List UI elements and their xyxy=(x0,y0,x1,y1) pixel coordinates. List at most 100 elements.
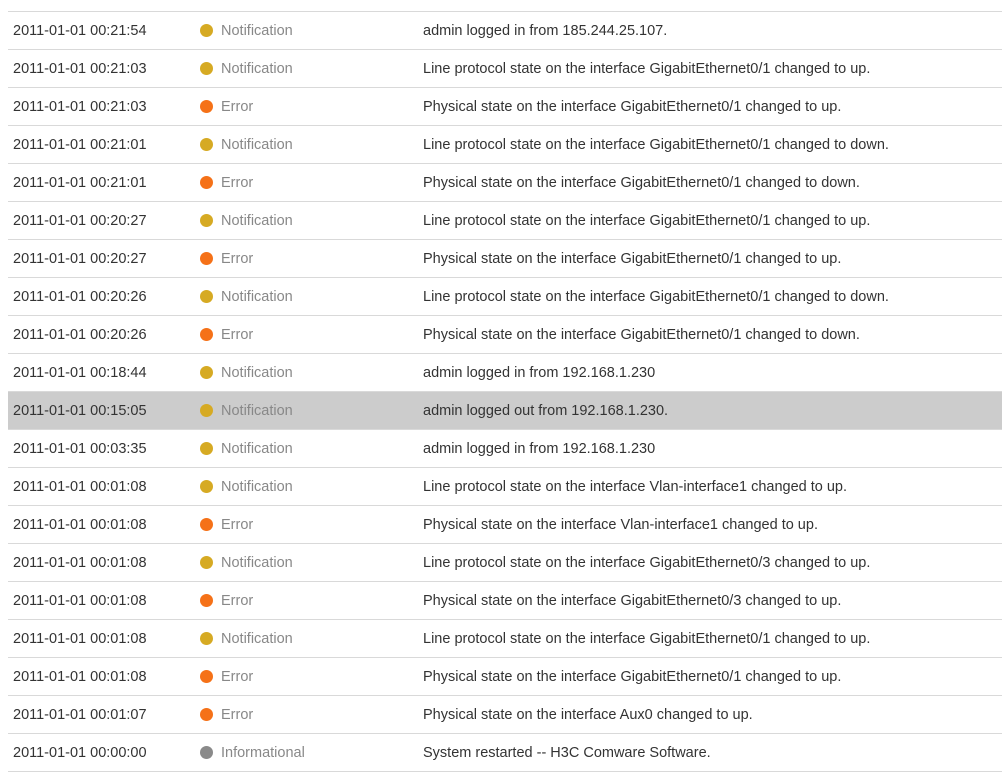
log-level: Error xyxy=(200,593,423,609)
log-time: 2011-01-01 00:18:44 xyxy=(13,364,147,381)
severity-dot-icon xyxy=(200,594,213,607)
log-row[interactable]: 2011-01-01 00:01:07 Error Physical state… xyxy=(8,696,1002,734)
log-level-label: Error xyxy=(221,516,254,533)
log-row[interactable]: 2011-01-01 00:20:27 Notification Line pr… xyxy=(8,202,1002,240)
severity-dot-icon xyxy=(200,366,213,379)
log-level: Notification xyxy=(200,555,423,571)
log-time: 2011-01-01 00:20:27 xyxy=(13,212,147,229)
log-level-label: Notification xyxy=(221,22,293,39)
log-description: Physical state on the interface GigabitE… xyxy=(423,250,842,267)
log-description: Physical state on the interface GigabitE… xyxy=(423,98,842,115)
log-level: Error xyxy=(200,99,423,115)
log-row[interactable]: 2011-01-01 00:03:35 Notification admin l… xyxy=(8,430,1002,468)
severity-dot-icon xyxy=(200,214,213,227)
log-level: Notification xyxy=(200,441,423,457)
log-description: admin logged in from 185.244.25.107. xyxy=(423,22,668,39)
log-level-label: Error xyxy=(221,592,254,609)
log-level: Notification xyxy=(200,365,423,381)
log-level-label: Error xyxy=(221,174,254,191)
log-level: Error xyxy=(200,251,423,267)
log-row[interactable]: 2011-01-01 00:21:01 Error Physical state… xyxy=(8,164,1002,202)
severity-dot-icon xyxy=(200,746,213,759)
log-description: Line protocol state on the interface Vla… xyxy=(423,478,848,495)
log-row[interactable]: 2011-01-01 00:01:08 Notification Line pr… xyxy=(8,544,1002,582)
log-time: 2011-01-01 00:01:08 xyxy=(13,516,147,533)
log-description: Line protocol state on the interface Gig… xyxy=(423,554,871,571)
log-level: Error xyxy=(200,327,423,343)
log-time: 2011-01-01 00:01:07 xyxy=(13,706,147,723)
log-level-label: Error xyxy=(221,98,254,115)
log-description: Line protocol state on the interface Gig… xyxy=(423,60,871,77)
log-level-label: Notification xyxy=(221,478,293,495)
log-row[interactable]: 2011-01-01 00:00:00 Informational System… xyxy=(8,734,1002,772)
severity-dot-icon xyxy=(200,404,213,417)
severity-dot-icon xyxy=(200,328,213,341)
log-description: System restarted -- H3C Comware Software… xyxy=(423,744,711,761)
severity-dot-icon xyxy=(200,442,213,455)
log-level-label: Notification xyxy=(221,554,293,571)
log-level: Error xyxy=(200,707,423,723)
log-level-label: Notification xyxy=(221,402,293,419)
severity-dot-icon xyxy=(200,176,213,189)
log-level-label: Notification xyxy=(221,212,293,229)
severity-dot-icon xyxy=(200,100,213,113)
log-level-label: Error xyxy=(221,250,254,267)
severity-dot-icon xyxy=(200,290,213,303)
log-level-label: Notification xyxy=(221,364,293,381)
log-level: Informational xyxy=(200,745,423,761)
log-time: 2011-01-01 00:00:00 xyxy=(13,744,147,761)
log-time: 2011-01-01 00:01:08 xyxy=(13,668,147,685)
log-description: Line protocol state on the interface Gig… xyxy=(423,630,871,647)
log-time: 2011-01-01 00:15:05 xyxy=(13,402,147,419)
severity-dot-icon xyxy=(200,670,213,683)
log-time: 2011-01-01 00:03:35 xyxy=(13,440,147,457)
log-time: 2011-01-01 00:01:08 xyxy=(13,630,147,647)
log-level: Notification xyxy=(200,137,423,153)
log-level-label: Notification xyxy=(221,440,293,457)
log-row[interactable]: 2011-01-01 00:20:26 Notification Line pr… xyxy=(8,278,1002,316)
severity-dot-icon xyxy=(200,24,213,37)
log-row[interactable]: 2011-01-01 00:01:08 Notification Line pr… xyxy=(8,620,1002,658)
log-level: Notification xyxy=(200,631,423,647)
log-row[interactable]: 2011-01-01 00:21:03 Error Physical state… xyxy=(8,88,1002,126)
severity-dot-icon xyxy=(200,632,213,645)
log-row[interactable]: 2011-01-01 00:21:03 Notification Line pr… xyxy=(8,50,1002,88)
log-description: Line protocol state on the interface Gig… xyxy=(423,212,871,229)
log-level: Error xyxy=(200,517,423,533)
log-description: Line protocol state on the interface Gig… xyxy=(423,288,889,305)
log-time: 2011-01-01 00:20:27 xyxy=(13,250,147,267)
log-row[interactable]: 2011-01-01 00:21:01 Notification Line pr… xyxy=(8,126,1002,164)
log-description: Physical state on the interface Aux0 cha… xyxy=(423,706,753,723)
log-table: 2011-01-01 00:21:54 Notification admin l… xyxy=(8,11,1002,772)
log-level: Notification xyxy=(200,213,423,229)
log-row[interactable]: 2011-01-01 00:01:08 Error Physical state… xyxy=(8,506,1002,544)
log-description: Physical state on the interface GigabitE… xyxy=(423,326,860,343)
log-time: 2011-01-01 00:01:08 xyxy=(13,592,147,609)
log-time: 2011-01-01 00:21:01 xyxy=(13,136,147,153)
log-time: 2011-01-01 00:21:03 xyxy=(13,98,147,115)
severity-dot-icon xyxy=(200,556,213,569)
log-row[interactable]: 2011-01-01 00:01:08 Error Physical state… xyxy=(8,658,1002,696)
log-description: Physical state on the interface GigabitE… xyxy=(423,668,842,685)
log-level: Notification xyxy=(200,479,423,495)
log-row[interactable]: 2011-01-01 00:18:44 Notification admin l… xyxy=(8,354,1002,392)
log-level-label: Notification xyxy=(221,136,293,153)
log-row[interactable]: 2011-01-01 00:01:08 Error Physical state… xyxy=(8,582,1002,620)
log-level: Notification xyxy=(200,23,423,39)
log-row[interactable]: 2011-01-01 00:15:05 Notification admin l… xyxy=(8,392,1002,430)
severity-dot-icon xyxy=(200,708,213,721)
log-level-label: Error xyxy=(221,326,254,343)
log-level: Error xyxy=(200,175,423,191)
log-description: Line protocol state on the interface Gig… xyxy=(423,136,889,153)
log-row[interactable]: 2011-01-01 00:01:08 Notification Line pr… xyxy=(8,468,1002,506)
log-row[interactable]: 2011-01-01 00:21:54 Notification admin l… xyxy=(8,12,1002,50)
log-level: Notification xyxy=(200,403,423,419)
log-description: admin logged out from 192.168.1.230. xyxy=(423,402,669,419)
log-description: admin logged in from 192.168.1.230 xyxy=(423,440,656,457)
log-time: 2011-01-01 00:21:01 xyxy=(13,174,147,191)
log-time: 2011-01-01 00:01:08 xyxy=(13,478,147,495)
log-row[interactable]: 2011-01-01 00:20:27 Error Physical state… xyxy=(8,240,1002,278)
log-row[interactable]: 2011-01-01 00:20:26 Error Physical state… xyxy=(8,316,1002,354)
log-description: Physical state on the interface GigabitE… xyxy=(423,592,842,609)
log-level: Notification xyxy=(200,289,423,305)
